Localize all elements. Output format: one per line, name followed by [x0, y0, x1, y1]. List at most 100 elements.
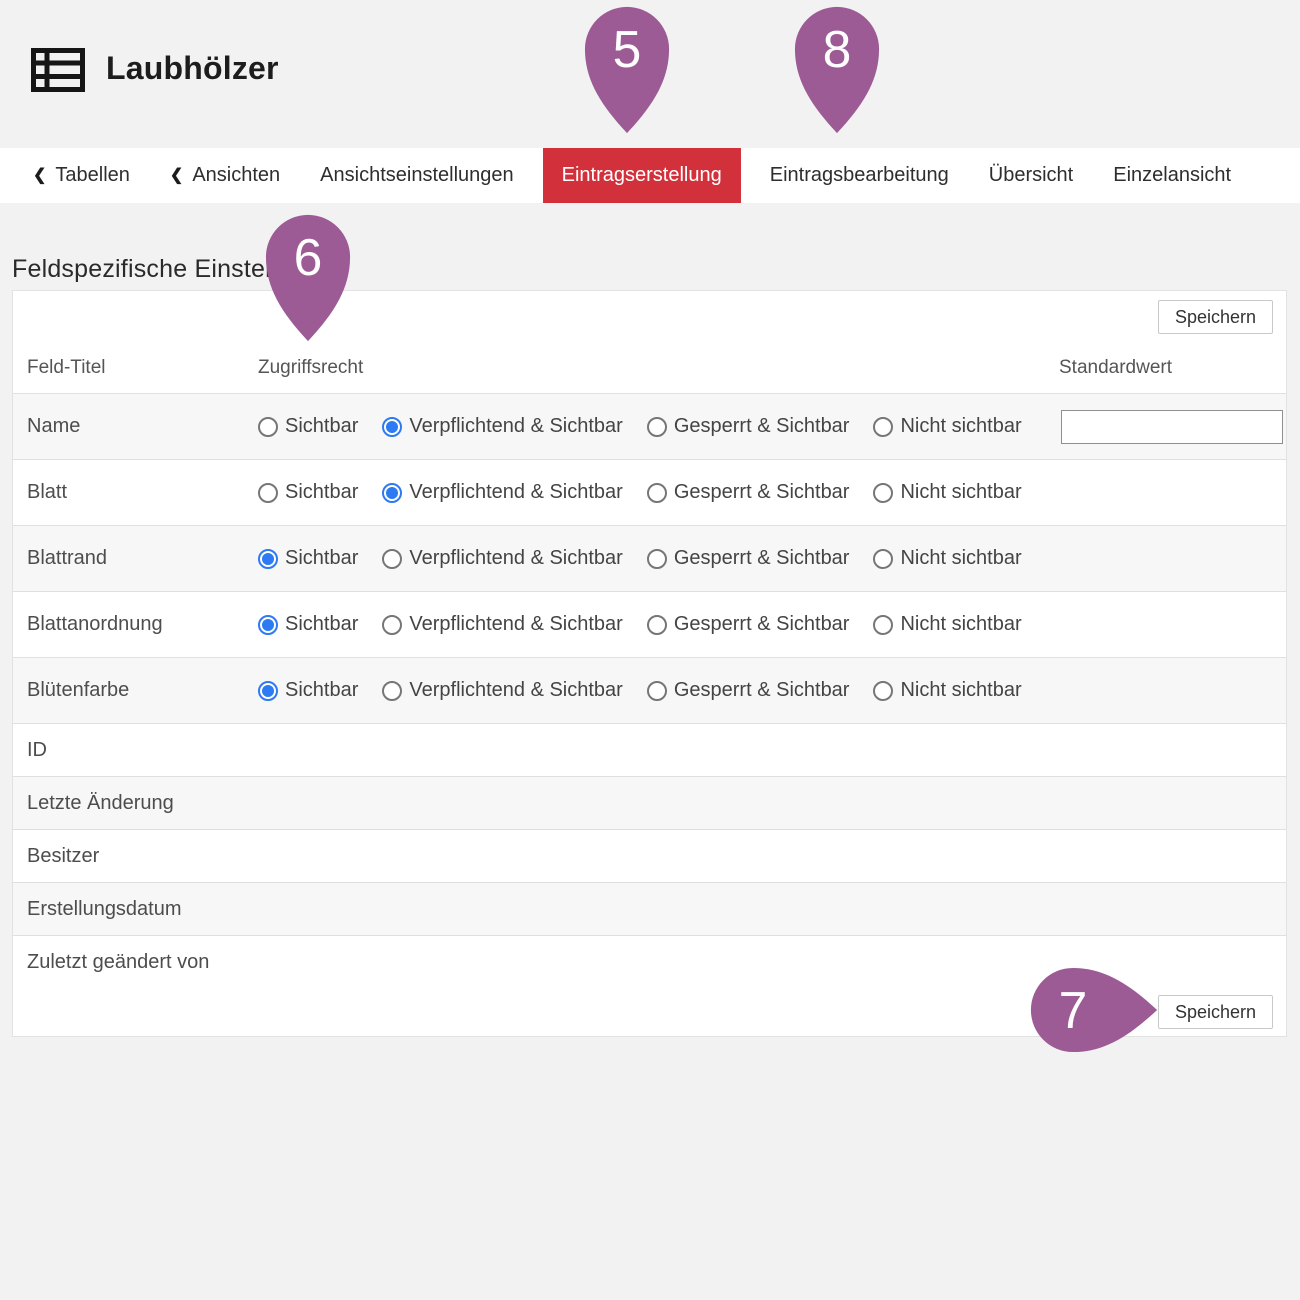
radio-option-nicht-sichtbar[interactable]: Nicht sichtbar: [873, 679, 1021, 702]
column-header-field-title: Feld-Titel: [13, 357, 246, 379]
radio-unselected-icon: [258, 483, 278, 503]
field-row-label: Blatt: [13, 481, 246, 504]
nav-tab-label: Übersicht: [989, 164, 1073, 187]
radio-option-label: Gesperrt & Sichtbar: [674, 481, 850, 504]
radio-option-nicht-sichtbar[interactable]: Nicht sichtbar: [873, 613, 1021, 636]
radio-option-label: Nicht sichtbar: [900, 679, 1021, 702]
system-row-label: ID: [13, 739, 246, 762]
radio-unselected-icon: [647, 417, 667, 437]
system-row-zuletzt-geandert-von: Zuletzt geändert von: [13, 935, 1286, 988]
table-header-row: Feld-Titel Zugriffsrecht Standardwert: [13, 343, 1286, 393]
panel-toolbar: Speichern: [13, 291, 1286, 343]
nav-tab-ansichten[interactable]: ❮ Ansichten: [159, 148, 291, 203]
radio-option-sichtbar[interactable]: Sichtbar: [258, 679, 358, 702]
default-value-input[interactable]: [1061, 410, 1283, 444]
radio-selected-icon: [382, 417, 402, 437]
nav-tab-einzelansicht[interactable]: Einzelansicht: [1102, 148, 1242, 203]
radio-selected-icon: [382, 483, 402, 503]
radio-selected-icon: [258, 549, 278, 569]
radio-unselected-icon: [647, 483, 667, 503]
radio-option-label: Verpflichtend & Sichtbar: [409, 679, 622, 702]
radio-option-label: Verpflichtend & Sichtbar: [409, 613, 622, 636]
system-row-label: Besitzer: [13, 845, 246, 868]
radio-option-label: Sichtbar: [285, 481, 358, 504]
column-header-default-value: Standardwert: [1047, 357, 1286, 379]
system-row-label: Zuletzt geändert von: [13, 951, 246, 974]
nav-tab-label: Ansichten: [192, 164, 280, 187]
radio-selected-icon: [258, 615, 278, 635]
radio-option-gesperrt-sichtbar[interactable]: Gesperrt & Sichtbar: [647, 679, 850, 702]
system-rows: ID Letzte Änderung Besitzer Erstellungsdatu…: [13, 723, 1286, 988]
radio-option-label: Nicht sichtbar: [900, 415, 1021, 438]
radio-option-gesperrt-sichtbar[interactable]: Gesperrt & Sichtbar: [647, 481, 850, 504]
radio-option-sichtbar[interactable]: Sichtbar: [258, 415, 358, 438]
annotation-pin-5: 5: [583, 5, 671, 135]
field-row-label: Blütenfarbe: [13, 679, 246, 702]
radio-option-nicht-sichtbar[interactable]: Nicht sichtbar: [873, 547, 1021, 570]
chevron-left-icon: ❮: [170, 165, 183, 185]
field-row-blatt: Blatt Sichtbar Verpflichtend & Sichtbar Ges…: [13, 459, 1286, 525]
radio-option-gesperrt-sichtbar[interactable]: Gesperrt & Sichtbar: [647, 613, 850, 636]
radio-option-nicht-sichtbar[interactable]: Nicht sichtbar: [873, 481, 1021, 504]
nav-bar: ❮ Tabellen ❮ Ansichten Ansichtseinstellungen…: [0, 148, 1300, 203]
system-row-label: Erstellungsdatum: [13, 898, 246, 921]
radio-option-label: Gesperrt & Sichtbar: [674, 613, 850, 636]
radio-unselected-icon: [647, 615, 667, 635]
field-row-name: Name Sichtbar Verpflichtend & Sichtbar Gesp…: [13, 393, 1286, 459]
radio-option-verpflichtend-sichtbar[interactable]: Verpflichtend & Sichtbar: [382, 415, 622, 438]
page: Laubhölzer ❮ Tabellen ❮ Ansichten Ansichtsei…: [0, 0, 1300, 1300]
radio-option-label: Verpflichtend & Sichtbar: [409, 547, 622, 570]
column-header-access-right: Zugriffsrecht: [246, 357, 1047, 379]
radio-unselected-icon: [873, 483, 893, 503]
radio-unselected-icon: [647, 681, 667, 701]
radio-unselected-icon: [647, 549, 667, 569]
system-row-besitzer: Besitzer: [13, 829, 1286, 882]
radio-option-sichtbar[interactable]: Sichtbar: [258, 613, 358, 636]
radio-option-label: Sichtbar: [285, 415, 358, 438]
field-row-blutenfarbe: Blütenfarbe Sichtbar Verpflichtend & Sicht…: [13, 657, 1286, 723]
radio-option-label: Nicht sichtbar: [900, 613, 1021, 636]
page-title: Laubhölzer: [106, 50, 279, 87]
nav-tab-label: Einzelansicht: [1113, 164, 1231, 187]
field-row-blattanordnung: BlattanordnungSichtbarVerpflichtend & Si…: [13, 591, 1286, 657]
radio-unselected-icon: [382, 681, 402, 701]
system-row-letzte-anderung: Letzte Änderung: [13, 776, 1286, 829]
access-right-options: Sichtbar Verpflichtend & Sichtbar Gesperrt…: [246, 613, 1047, 636]
annotation-pin-8: 8: [793, 5, 881, 135]
system-row-label: Letzte Änderung: [13, 792, 246, 815]
radio-option-label: Nicht sichtbar: [900, 547, 1021, 570]
radio-unselected-icon: [873, 681, 893, 701]
field-row-label: Name: [13, 415, 246, 438]
radio-unselected-icon: [873, 417, 893, 437]
radio-option-verpflichtend-sichtbar[interactable]: Verpflichtend & Sichtbar: [382, 481, 622, 504]
radio-option-gesperrt-sichtbar[interactable]: Gesperrt & Sichtbar: [647, 547, 850, 570]
field-row-label: Blattrand: [13, 547, 246, 570]
radio-option-label: Sichtbar: [285, 547, 358, 570]
nav-tab-eintragsbearbeitung[interactable]: Eintragsbearbeitung: [759, 148, 960, 203]
radio-option-label: Gesperrt & Sichtbar: [674, 679, 850, 702]
radio-option-label: Verpflichtend & Sichtbar: [409, 415, 622, 438]
nav-tab-tabellen[interactable]: ❮ Tabellen: [22, 148, 141, 203]
nav-tab-eintragserstellung[interactable]: Eintragserstellung: [543, 148, 741, 203]
save-button-bottom[interactable]: Speichern: [1158, 995, 1273, 1029]
radio-option-label: Sichtbar: [285, 613, 358, 636]
radio-option-verpflichtend-sichtbar[interactable]: Verpflichtend & Sichtbar: [382, 547, 622, 570]
table-icon: [31, 48, 85, 92]
radio-option-verpflichtend-sichtbar[interactable]: Verpflichtend & Sichtbar: [382, 613, 622, 636]
radio-option-sichtbar[interactable]: Sichtbar: [258, 481, 358, 504]
radio-unselected-icon: [258, 417, 278, 437]
radio-option-label: Gesperrt & Sichtbar: [674, 415, 850, 438]
radio-unselected-icon: [873, 615, 893, 635]
chevron-left-icon: ❮: [33, 165, 46, 185]
nav-tab-ubersicht[interactable]: Übersicht: [978, 148, 1084, 203]
radio-option-nicht-sichtbar[interactable]: Nicht sichtbar: [873, 415, 1021, 438]
radio-option-verpflichtend-sichtbar[interactable]: Verpflichtend & Sichtbar: [382, 679, 622, 702]
save-button-top[interactable]: Speichern: [1158, 300, 1273, 334]
nav-tab-ansichtseinstellungen[interactable]: Ansichtseinstellungen: [309, 148, 524, 203]
radio-option-label: Gesperrt & Sichtbar: [674, 547, 850, 570]
radio-option-sichtbar[interactable]: Sichtbar: [258, 547, 358, 570]
nav-tab-label: Ansichtseinstellungen: [320, 164, 513, 187]
radio-option-gesperrt-sichtbar[interactable]: Gesperrt & Sichtbar: [647, 415, 850, 438]
access-right-options: Sichtbar Verpflichtend & Sichtbar Gesperrt…: [246, 481, 1047, 504]
nav-tab-label: Tabellen: [55, 164, 130, 187]
